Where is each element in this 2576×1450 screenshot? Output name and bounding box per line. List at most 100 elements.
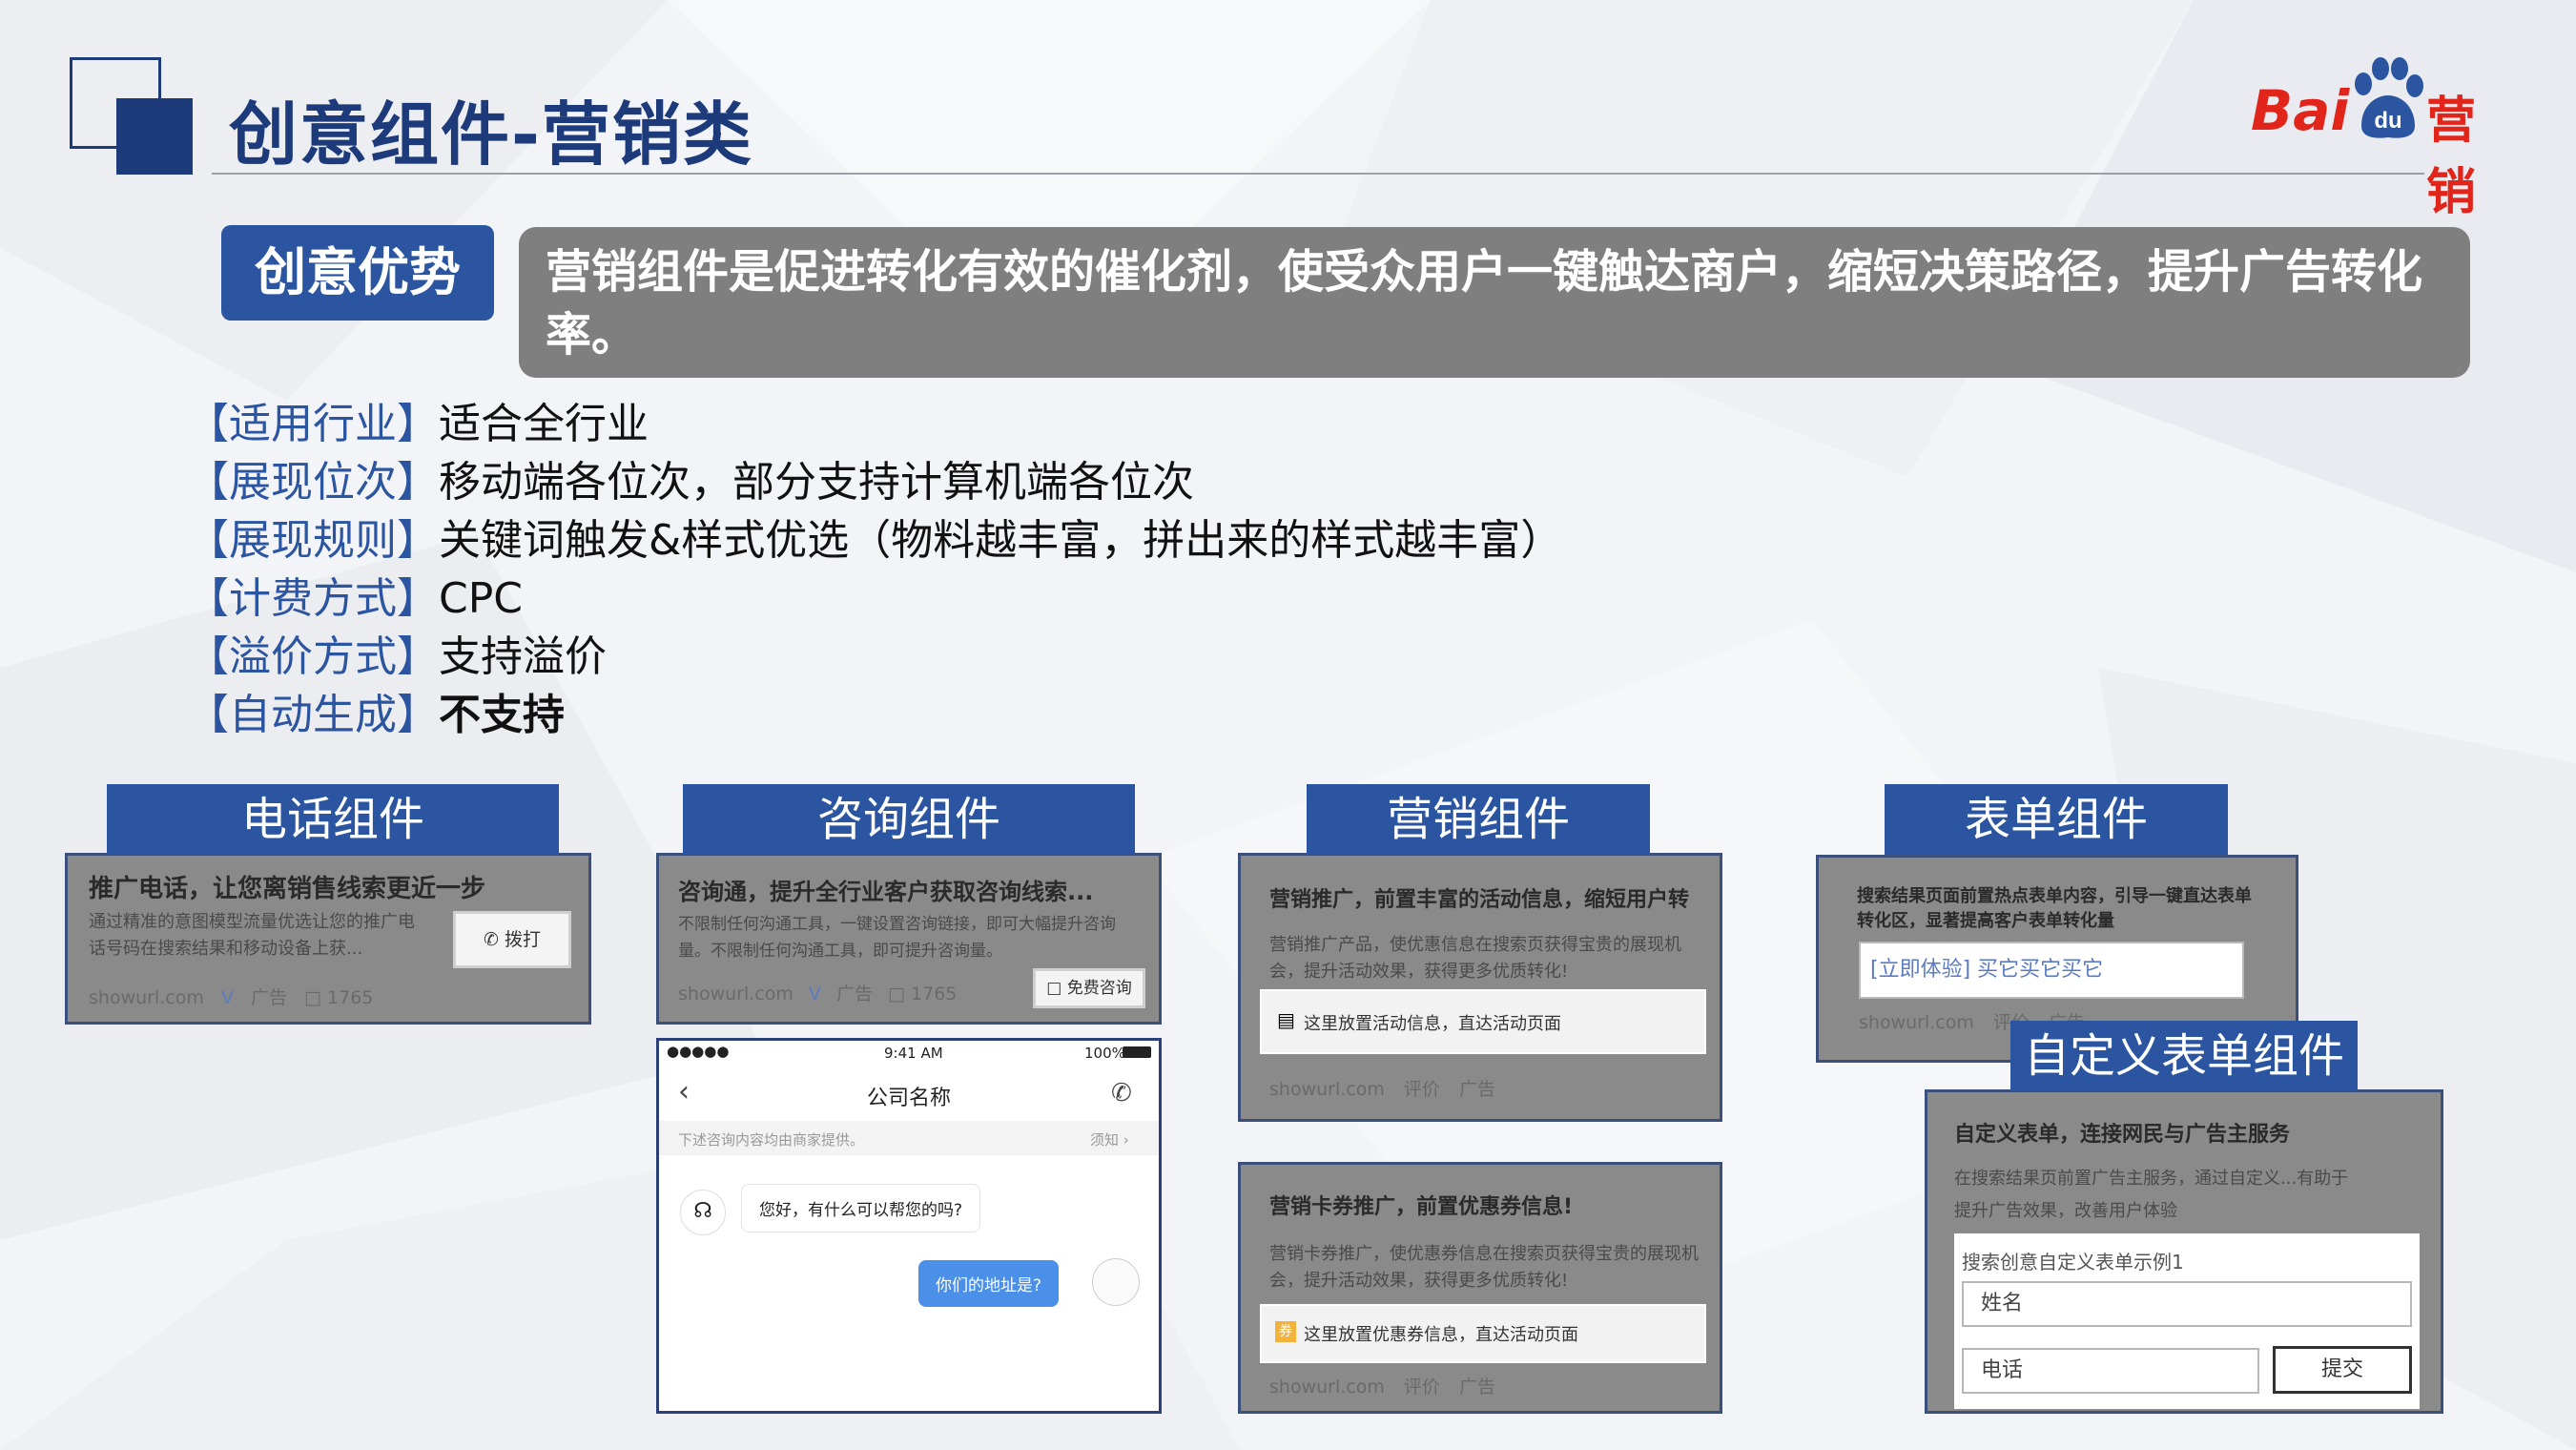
property-value: 不支持 bbox=[439, 691, 565, 739]
property-billing: 【计费方式】CPC bbox=[187, 570, 1562, 628]
comment-icon: □ bbox=[888, 984, 905, 1005]
form-input[interactable]: [立即体验] 买它买它买它 bbox=[1859, 942, 2244, 999]
page-title: 创意组件-营销类 bbox=[229, 94, 753, 175]
meta-ad: 广告 bbox=[835, 984, 873, 1005]
custom-form-component-card: 自定义表单，连接网民与广告主服务 在搜索结果页前置广告主服务，通过自定义...有… bbox=[1925, 1089, 2443, 1414]
user-message: 你们的地址是? bbox=[918, 1260, 1060, 1307]
card-description: 营销推广产品，使优惠信息在搜索页获得宝贵的展现机会，提升活动效果，获得更多优质转… bbox=[1269, 935, 1681, 982]
tab-consult-component: 咨询组件 bbox=[683, 784, 1135, 855]
property-list: 【适用行业】适合全行业 【展现位次】移动端各位次，部分支持计算机端各位次 【展现… bbox=[187, 395, 1562, 744]
status-time: 9:41 AM bbox=[884, 1045, 943, 1062]
custom-form: 搜索创意自定义表单示例1 姓名 电话 提交 bbox=[1954, 1233, 2420, 1409]
property-value: 移动端各位次，部分支持计算机端各位次 bbox=[439, 458, 1194, 507]
call-icon[interactable]: ✆ bbox=[1111, 1079, 1132, 1108]
activity-box[interactable]: ▤ 这里放置活动信息，直达活动页面 bbox=[1260, 989, 1706, 1054]
chat-header: ‹ 公司名称 ✆ bbox=[659, 1066, 1159, 1119]
tab-phone-component: 电话组件 bbox=[107, 784, 559, 855]
battery-level: 100% bbox=[1084, 1045, 1125, 1062]
card-title: 自定义表单，连接网民与广告主服务 bbox=[1954, 1123, 2291, 1147]
chat-icon: □ bbox=[1046, 979, 1062, 998]
coupon-icon: 券 bbox=[1275, 1321, 1296, 1342]
activity-text: 这里放置活动信息，直达活动页面 bbox=[1304, 1014, 1561, 1034]
card-description: 不限制任何沟通工具，一键设置咨询链接，即可大幅提升咨询量。不限制任何沟通工具，即… bbox=[678, 915, 1116, 961]
chat-phone-mockup: ●●●●● 9:41 AM 100% ‹ 公司名称 ✆ 下述咨询内容均由商家提供… bbox=[656, 1038, 1162, 1414]
card-description: 营销卡券推广，使优惠券信息在搜索页获得宝贵的展现机会，提升活动效果，获得更多优质… bbox=[1269, 1244, 1699, 1291]
card-meta: showurl.com 评价 广告 bbox=[1269, 1075, 1495, 1101]
card-title: 营销推广，前置丰富的活动信息，缩短用户转 bbox=[1269, 888, 1690, 912]
coupon-component-card: 营销卡券推广，前置优惠券信息! 营销卡券推广，使优惠券信息在搜索页获得宝贵的展现… bbox=[1238, 1162, 1722, 1414]
property-rule: 【展现规则】关键词触发&样式优选（物料越丰富，拼出来的样式越丰富） bbox=[187, 511, 1562, 570]
gift-icon: ▤ bbox=[1277, 1008, 1295, 1031]
tab-form-component: 表单组件 bbox=[1885, 784, 2228, 855]
name-field[interactable]: 姓名 bbox=[1962, 1281, 2412, 1327]
card-title: 搜索结果页面前置热点表单内容，引导一键直达表单转化区，显著提高客户表单转化量 bbox=[1857, 886, 2252, 931]
notice-bar: 下述咨询内容均由商家提供。 须知 › bbox=[659, 1121, 1159, 1155]
property-value: 关键词触发&样式优选（物料越丰富，拼出来的样式越丰富） bbox=[439, 516, 1563, 565]
property-premium: 【溢价方式】支持溢价 bbox=[187, 628, 1562, 686]
meta-url: showurl.com bbox=[89, 987, 204, 1008]
meta-url: showurl.com bbox=[1269, 1079, 1385, 1100]
meta-url: showurl.com bbox=[1859, 1012, 1974, 1033]
card-title: 营销卡券推广，前置优惠券信息! bbox=[1269, 1195, 1574, 1219]
property-industry: 【适用行业】适合全行业 bbox=[187, 395, 1562, 453]
notice-link[interactable]: 须知 › bbox=[1090, 1129, 1129, 1150]
submit-button[interactable]: 提交 bbox=[2273, 1346, 2412, 1394]
property-key: 【适用行业】 bbox=[187, 400, 439, 448]
tab-marketing-component: 营销组件 bbox=[1307, 784, 1650, 855]
card-title: 咨询通，提升全行业客户获取咨询线索... bbox=[678, 879, 1094, 905]
property-value: 支持溢价 bbox=[439, 632, 607, 681]
form-title: 搜索创意自定义表单示例1 bbox=[1962, 1251, 2184, 1274]
brand-marketing-text: 营销 bbox=[2426, 93, 2477, 221]
meta-ad: 广告 bbox=[250, 987, 287, 1008]
phone-field[interactable]: 电话 bbox=[1962, 1348, 2259, 1394]
card-description: 在搜索结果页前置广告主服务，通过自定义...有助于提升广告效果，改善用户体验 bbox=[1954, 1169, 2349, 1221]
dial-button-label: 拨打 bbox=[504, 929, 541, 950]
agent-avatar-icon: ☊ bbox=[680, 1190, 726, 1235]
meta-url: showurl.com bbox=[678, 984, 793, 1005]
property-key: 【展现位次】 bbox=[187, 458, 439, 507]
meta-ad: 广告 bbox=[1458, 1079, 1495, 1100]
tab-custom-form-component: 自定义表单组件 bbox=[2010, 1021, 2358, 1091]
property-key: 【展现规则】 bbox=[187, 516, 439, 565]
status-bar: ●●●●● 9:41 AM 100% bbox=[659, 1041, 1159, 1066]
meta-review: 评价 bbox=[1403, 1377, 1440, 1398]
agent-message: 您好，有什么可以帮您的吗? bbox=[741, 1184, 981, 1232]
phone-icon: ✆ bbox=[484, 929, 499, 950]
card-meta: showurl.com 评价 广告 bbox=[1269, 1373, 1495, 1398]
card-title: 推广电话，让您离销售线索更近一步 bbox=[89, 875, 486, 903]
consult-component-card: 咨询通，提升全行业客户获取咨询线索... 不限制任何沟通工具，一键设置咨询链接，… bbox=[656, 853, 1162, 1025]
property-key: 【计费方式】 bbox=[187, 574, 439, 623]
card-meta: showurl.com V 广告 □ 1765 bbox=[678, 980, 957, 1005]
coupon-text: 这里放置优惠券信息，直达活动页面 bbox=[1304, 1325, 1578, 1345]
brand-bai-text: Bai bbox=[2251, 78, 2350, 143]
card-meta: showurl.com V 广告 □ 1765 bbox=[89, 984, 373, 1009]
property-value: CPC bbox=[439, 574, 523, 623]
free-consult-button[interactable]: □ 免费咨询 bbox=[1033, 968, 1145, 1008]
brand-du-text: du bbox=[2374, 108, 2401, 134]
coupon-box[interactable]: 券 这里放置优惠券信息，直达活动页面 bbox=[1260, 1304, 1706, 1363]
meta-url: showurl.com bbox=[1269, 1377, 1385, 1398]
advantage-label: 创意优势 bbox=[221, 225, 494, 321]
baidu-marketing-logo: Bai du 营销 bbox=[2251, 55, 2518, 221]
title-square-fill bbox=[116, 98, 193, 175]
meta-count: 1765 bbox=[327, 987, 374, 1008]
phone-component-card: 推广电话，让您离销售线索更近一步 通过精准的意图模型流量优选让您的推广电话号码在… bbox=[65, 853, 591, 1025]
paw-icon: du bbox=[2355, 57, 2423, 138]
meta-ad: 广告 bbox=[1458, 1377, 1495, 1398]
marketing-component-card: 营销推广，前置丰富的活动信息，缩短用户转 营销推广产品，使优惠信息在搜索页获得宝… bbox=[1238, 853, 1722, 1122]
company-name: 公司名称 bbox=[866, 1087, 951, 1110]
notice-text: 下述咨询内容均由商家提供。 bbox=[678, 1131, 865, 1149]
v-badge: V bbox=[220, 987, 234, 1008]
v-badge: V bbox=[808, 984, 821, 1005]
meta-review: 评价 bbox=[1403, 1079, 1440, 1100]
property-key: 【自动生成】 bbox=[187, 691, 439, 739]
advantage-text: 营销组件是促进转化有效的催化剂，使受众用户一键触达商户，缩短决策路径，提升广告转… bbox=[519, 227, 2470, 378]
dial-button[interactable]: ✆ 拨打 bbox=[453, 911, 571, 968]
property-key: 【溢价方式】 bbox=[187, 632, 439, 681]
user-avatar-icon bbox=[1092, 1258, 1140, 1306]
property-autogen: 【自动生成】不支持 bbox=[187, 686, 1562, 744]
signal-icon: ●●●●● bbox=[667, 1043, 730, 1060]
free-consult-label: 免费咨询 bbox=[1066, 979, 1132, 998]
property-value: 适合全行业 bbox=[439, 400, 649, 448]
comment-icon: □ bbox=[304, 987, 321, 1008]
